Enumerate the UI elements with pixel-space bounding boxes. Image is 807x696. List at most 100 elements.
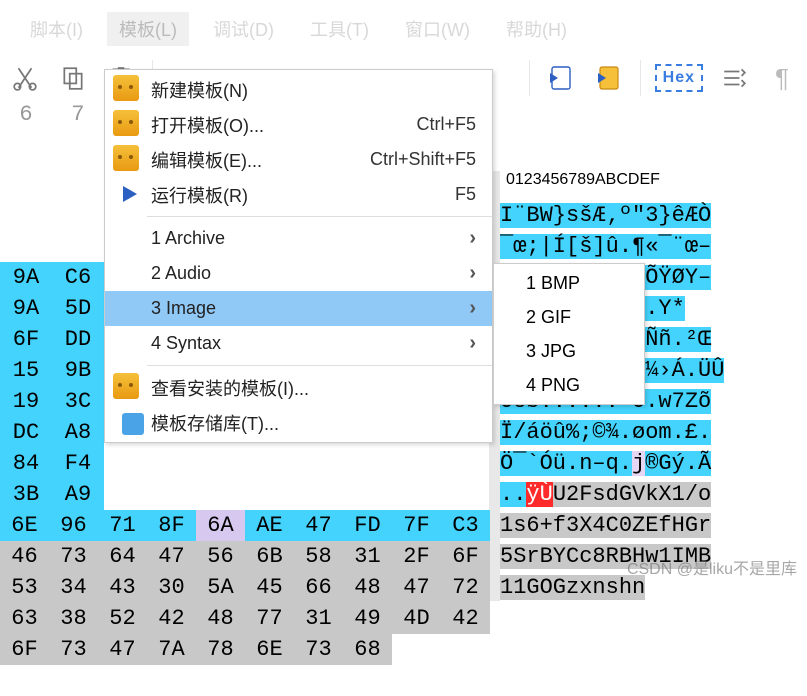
menu-item[interactable]: 3 Image› xyxy=(105,291,492,326)
hex-byte[interactable]: 15 xyxy=(0,355,52,386)
hex-row[interactable]: 6F73477A786E7368 xyxy=(0,634,490,665)
hex-byte[interactable]: 52 xyxy=(98,603,147,634)
hex-byte[interactable]: C3 xyxy=(441,510,490,541)
hex-byte[interactable]: 9B xyxy=(52,355,104,386)
hex-byte[interactable]: 84 xyxy=(0,448,52,479)
menu-item[interactable]: 1 Archive› xyxy=(105,221,492,256)
hex-byte[interactable]: 71 xyxy=(98,510,147,541)
menu-window[interactable]: 窗口(W) xyxy=(393,12,482,46)
hex-byte[interactable]: 3B xyxy=(0,479,52,510)
hex-byte[interactable]: 31 xyxy=(294,603,343,634)
hex-byte[interactable]: 66 xyxy=(294,572,343,603)
settings-icon[interactable] xyxy=(717,60,751,96)
hex-byte[interactable]: 9A xyxy=(0,262,52,293)
menu-item[interactable]: 编辑模板(E)...Ctrl+Shift+F5 xyxy=(105,142,492,177)
ascii-row[interactable]: I¨BW}sšÆ‚º"3}êÆÒ xyxy=(500,200,807,231)
hex-byte[interactable]: 5D xyxy=(52,293,104,324)
hex-byte[interactable]: 5A xyxy=(196,572,245,603)
hex-byte[interactable]: 68 xyxy=(343,634,392,665)
hex-byte[interactable]: 4D xyxy=(392,603,441,634)
hex-byte[interactable]: 8F xyxy=(147,510,196,541)
hex-byte[interactable]: 43 xyxy=(98,572,147,603)
pilcrow-icon[interactable]: ¶ xyxy=(765,60,799,96)
menu-script[interactable]: 脚本(I) xyxy=(18,12,95,46)
hex-byte[interactable]: 48 xyxy=(343,572,392,603)
hex-byte[interactable]: 9A xyxy=(0,293,52,324)
hex-byte[interactable]: C6 xyxy=(52,262,104,293)
menu-item[interactable]: 运行模板(R)F5 xyxy=(105,177,492,212)
hex-byte[interactable]: 42 xyxy=(147,603,196,634)
menu-item[interactable]: 查看安装的模板(I)... xyxy=(105,370,492,405)
menu-item[interactable]: 打开模板(O)...Ctrl+F5 xyxy=(105,107,492,142)
ascii-row[interactable]: 1s6+f3X4C0ZEfHGr xyxy=(500,510,807,541)
submenu-item[interactable]: 4 PNG xyxy=(494,368,644,402)
hex-byte[interactable]: 7A xyxy=(147,634,196,665)
hex-byte[interactable]: 31 xyxy=(343,541,392,572)
hex-byte[interactable]: 38 xyxy=(49,603,98,634)
hex-byte[interactable]: 72 xyxy=(441,572,490,603)
ascii-row[interactable]: ¯œ;|Í[š]û.¶«¯¨œ– xyxy=(500,231,807,262)
hex-byte[interactable]: 53 xyxy=(0,572,49,603)
hex-byte[interactable]: 73 xyxy=(49,541,98,572)
hex-byte[interactable]: FD xyxy=(343,510,392,541)
ascii-row[interactable]: ..ÿÙU2FsdGVkX1/o xyxy=(500,479,807,510)
hex-byte[interactable]: 30 xyxy=(147,572,196,603)
hex-byte[interactable]: 47 xyxy=(98,634,147,665)
hex-row[interactable]: 533443305A4566484772 xyxy=(0,572,490,603)
hex-byte[interactable]: 96 xyxy=(49,510,98,541)
submenu-item[interactable]: 2 GIF xyxy=(494,300,644,334)
menu-item[interactable]: 2 Audio› xyxy=(105,256,492,291)
menu-tools[interactable]: 工具(T) xyxy=(298,12,381,46)
hex-row[interactable]: 63385242487731494D42 xyxy=(0,603,490,634)
hex-byte[interactable]: 34 xyxy=(49,572,98,603)
menu-item[interactable]: 模板存储库(T)... xyxy=(105,405,492,440)
template-dropdown-icon[interactable] xyxy=(592,60,626,96)
hex-byte[interactable]: DC xyxy=(0,417,52,448)
cut-icon[interactable] xyxy=(8,60,42,96)
hex-byte[interactable]: 6A xyxy=(196,510,245,541)
hex-byte[interactable]: 6E xyxy=(0,510,49,541)
submenu-item[interactable]: 1 BMP xyxy=(494,266,644,300)
hex-byte[interactable]: 6E xyxy=(245,634,294,665)
hex-row[interactable]: 6E96718F6AAE47FD7FC3 xyxy=(0,510,490,541)
hex-byte[interactable]: 49 xyxy=(343,603,392,634)
hex-byte[interactable]: 47 xyxy=(147,541,196,572)
hex-button[interactable]: Hex xyxy=(655,64,703,92)
hex-byte[interactable]: 45 xyxy=(245,572,294,603)
hex-byte[interactable]: 47 xyxy=(294,510,343,541)
hex-byte[interactable]: 48 xyxy=(196,603,245,634)
hex-byte[interactable]: 2F xyxy=(392,541,441,572)
hex-byte[interactable]: 19 xyxy=(0,386,52,417)
hex-byte[interactable]: 6F xyxy=(0,324,52,355)
ascii-row[interactable]: Ö¯`Óü.n–q.j®Gý.Ã xyxy=(500,448,807,479)
hex-byte[interactable]: 73 xyxy=(49,634,98,665)
hex-byte[interactable]: 78 xyxy=(196,634,245,665)
hex-row[interactable]: 46736447566B58312F6F xyxy=(0,541,490,572)
copy-icon[interactable] xyxy=(56,60,90,96)
hex-byte[interactable]: 47 xyxy=(392,572,441,603)
hex-byte[interactable]: 63 xyxy=(0,603,49,634)
hex-byte[interactable]: AE xyxy=(245,510,294,541)
hex-byte[interactable]: 56 xyxy=(196,541,245,572)
ascii-row[interactable]: Ï/áöû%;©¾.øom.£. xyxy=(500,417,807,448)
hex-byte[interactable]: 7F xyxy=(392,510,441,541)
hex-byte[interactable]: 64 xyxy=(98,541,147,572)
hex-byte[interactable]: 3C xyxy=(52,386,104,417)
hex-byte[interactable]: 6F xyxy=(0,634,49,665)
hex-byte[interactable]: 77 xyxy=(245,603,294,634)
menu-item[interactable]: 新建模板(N) xyxy=(105,72,492,107)
hex-byte[interactable]: 46 xyxy=(0,541,49,572)
hex-byte[interactable]: 73 xyxy=(294,634,343,665)
hex-byte[interactable]: DD xyxy=(52,324,104,355)
menu-item[interactable]: 4 Syntax› xyxy=(105,326,492,361)
menu-template[interactable]: 模板(L) xyxy=(107,12,189,46)
hex-row[interactable]: 84F4 xyxy=(0,448,490,479)
run-template-icon[interactable] xyxy=(544,60,578,96)
hex-byte[interactable]: 42 xyxy=(441,603,490,634)
hex-byte[interactable]: A9 xyxy=(52,479,104,510)
hex-row[interactable]: 3BA9 xyxy=(0,479,490,510)
hex-byte[interactable]: F4 xyxy=(52,448,104,479)
hex-byte[interactable]: 6F xyxy=(441,541,490,572)
hex-byte[interactable]: A8 xyxy=(52,417,104,448)
menu-help[interactable]: 帮助(H) xyxy=(494,12,579,46)
